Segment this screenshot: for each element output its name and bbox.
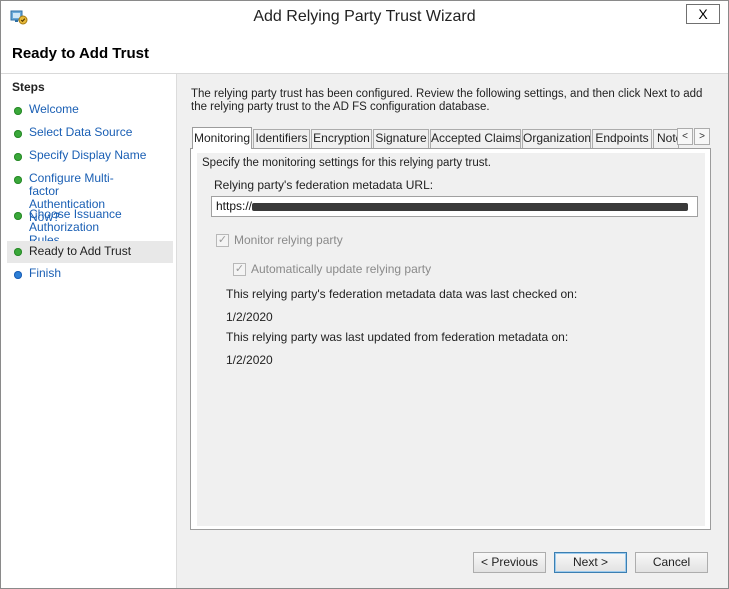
step-label: Select Data Source (29, 125, 133, 139)
monitor-relying-party-label: Monitor relying party (234, 233, 343, 247)
title-bar: Add Relying Party Trust Wizard X (1, 1, 728, 33)
step-welcome[interactable]: Welcome (7, 103, 173, 117)
monitoring-tab-panel: Specify the monitoring settings for this… (190, 148, 711, 530)
completed-step-icon (14, 212, 22, 220)
step-label: Welcome (29, 102, 79, 116)
cancel-button[interactable]: Cancel (635, 552, 708, 573)
page-title: Ready to Add Trust (12, 45, 149, 62)
intro-text: The relying party trust has been configu… (191, 88, 703, 113)
tab-endpoints[interactable]: Endpoints (592, 129, 652, 148)
step-label: Ready to Add Trust (29, 244, 132, 258)
metadata-url-field[interactable]: https:// (211, 196, 698, 217)
step-ready-to-add-trust[interactable]: Ready to Add Trust (7, 241, 173, 263)
steps-sidebar: Steps Welcome Select Data Source Specify… (1, 74, 177, 588)
step-select-data-source[interactable]: Select Data Source (7, 126, 173, 140)
page-header: Ready to Add Trust (1, 33, 728, 74)
tab-scroll-right-button[interactable]: > (694, 128, 710, 145)
tab-scroll-left-button[interactable]: < (677, 128, 693, 145)
close-button[interactable]: X (686, 4, 720, 24)
tab-identifiers[interactable]: Identifiers (253, 129, 310, 148)
auto-update-checkbox[interactable]: ✓ (233, 263, 246, 276)
tab-accepted-claims[interactable]: Accepted Claims (430, 129, 521, 148)
step-choose-issuance-rules[interactable]: Choose Issuance Authorization Rules (7, 208, 127, 247)
monitoring-description: Specify the monitoring settings for this… (202, 157, 491, 169)
tab-encryption[interactable]: Encryption (311, 129, 372, 148)
tab-monitoring[interactable]: Monitoring (192, 127, 252, 149)
step-specify-display-name[interactable]: Specify Display Name (7, 149, 173, 163)
last-updated-value: 1/2/2020 (226, 353, 273, 367)
metadata-url-value: https:// (216, 199, 253, 213)
step-label: Specify Display Name (29, 148, 147, 162)
wizard-window: Add Relying Party Trust Wizard X Ready t… (0, 0, 729, 589)
redacted-url-bar (252, 203, 688, 211)
monitoring-settings: Specify the monitoring settings for this… (197, 153, 705, 526)
next-button[interactable]: Next > (554, 552, 627, 573)
completed-step-icon (14, 248, 22, 256)
completed-step-icon (14, 176, 22, 184)
step-finish[interactable]: Finish (7, 267, 173, 281)
tab-notes[interactable]: Note (653, 129, 679, 148)
last-updated-label: This relying party was last updated from… (226, 330, 569, 344)
tab-signature[interactable]: Signature (373, 129, 429, 148)
completed-step-icon (14, 153, 22, 161)
monitor-relying-party-checkbox[interactable]: ✓ (216, 234, 229, 247)
settings-tabstrip: Monitoring Identifiers Encryption Signat… (191, 127, 711, 149)
steps-heading: Steps (12, 80, 45, 94)
auto-update-label: Automatically update relying party (251, 262, 432, 276)
step-configure-mfa[interactable]: Configure Multi-factor Authentication No… (7, 172, 137, 224)
previous-button[interactable]: < Previous (473, 552, 546, 573)
step-label: Finish (29, 266, 62, 280)
metadata-url-label: Relying party's federation metadata URL: (214, 178, 434, 192)
tab-organization[interactable]: Organization (522, 129, 591, 148)
last-checked-value: 1/2/2020 (226, 310, 273, 324)
window-title: Add Relying Party Trust Wizard (253, 8, 476, 25)
completed-step-icon (14, 107, 22, 115)
completed-step-icon (14, 130, 22, 138)
last-checked-label: This relying party's federation metadata… (226, 287, 578, 301)
pending-step-icon (14, 271, 22, 279)
